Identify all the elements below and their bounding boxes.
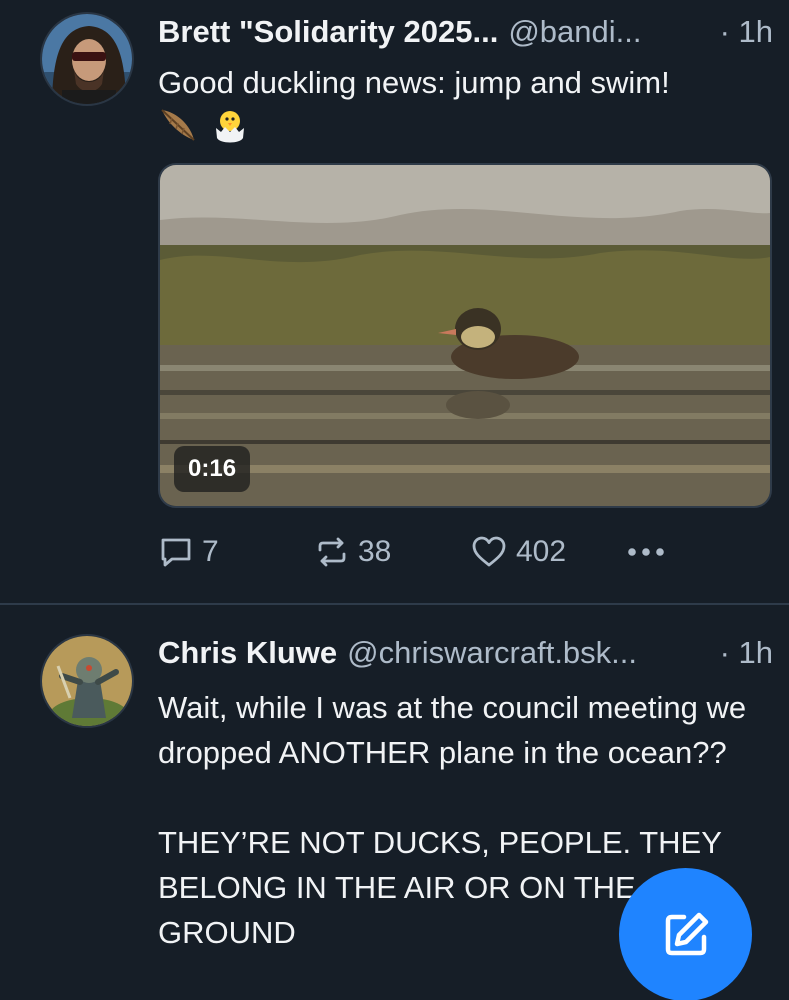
author-avatar[interactable]: [40, 12, 134, 106]
post-header: Brett "Solidarity 2025... @bandi... · 1h: [158, 14, 773, 54]
author-handle[interactable]: @bandi...: [508, 14, 641, 50]
author-handle[interactable]: @chriswarcraft.bsk...: [347, 635, 637, 671]
avatar-image: [42, 636, 132, 726]
post-emojis: [158, 106, 250, 146]
reply-button[interactable]: 7: [158, 530, 219, 574]
like-button[interactable]: 402: [470, 530, 566, 574]
repost-count: 38: [358, 535, 392, 568]
author-avatar[interactable]: [40, 634, 134, 728]
repost-icon: [314, 534, 350, 570]
compose-button[interactable]: [619, 868, 752, 1000]
video-thumbnail: [160, 165, 770, 506]
video-player[interactable]: 0:16: [158, 163, 772, 508]
author-name[interactable]: Chris Kluwe: [158, 635, 337, 671]
post-header: Chris Kluwe @chriswarcraft.bsk... · 1h: [158, 635, 773, 675]
repost-button[interactable]: 38: [314, 530, 391, 574]
heart-icon: [470, 534, 508, 570]
avatar-image: [42, 14, 132, 104]
author-name[interactable]: Brett "Solidarity 2025...: [158, 14, 498, 50]
post-text: Good duckling news: jump and swim!: [158, 65, 670, 100]
post-timestamp[interactable]: · 1h: [720, 14, 773, 50]
post-timestamp[interactable]: · 1h: [720, 635, 773, 671]
hatching-chick-emoji: [210, 106, 250, 146]
post-feed-item[interactable]: Brett "Solidarity 2025... @bandi... · 1h…: [0, 0, 789, 604]
reply-icon: [158, 534, 194, 570]
post-actions: 7 38 402: [158, 530, 678, 574]
more-dots-icon: [626, 546, 666, 558]
reply-count: 7: [202, 535, 219, 568]
video-duration: 0:16: [174, 446, 251, 492]
compose-pencil-icon: [658, 907, 714, 963]
feather-emoji: [158, 106, 198, 146]
more-options-button[interactable]: [626, 530, 666, 574]
like-count: 402: [516, 535, 567, 568]
